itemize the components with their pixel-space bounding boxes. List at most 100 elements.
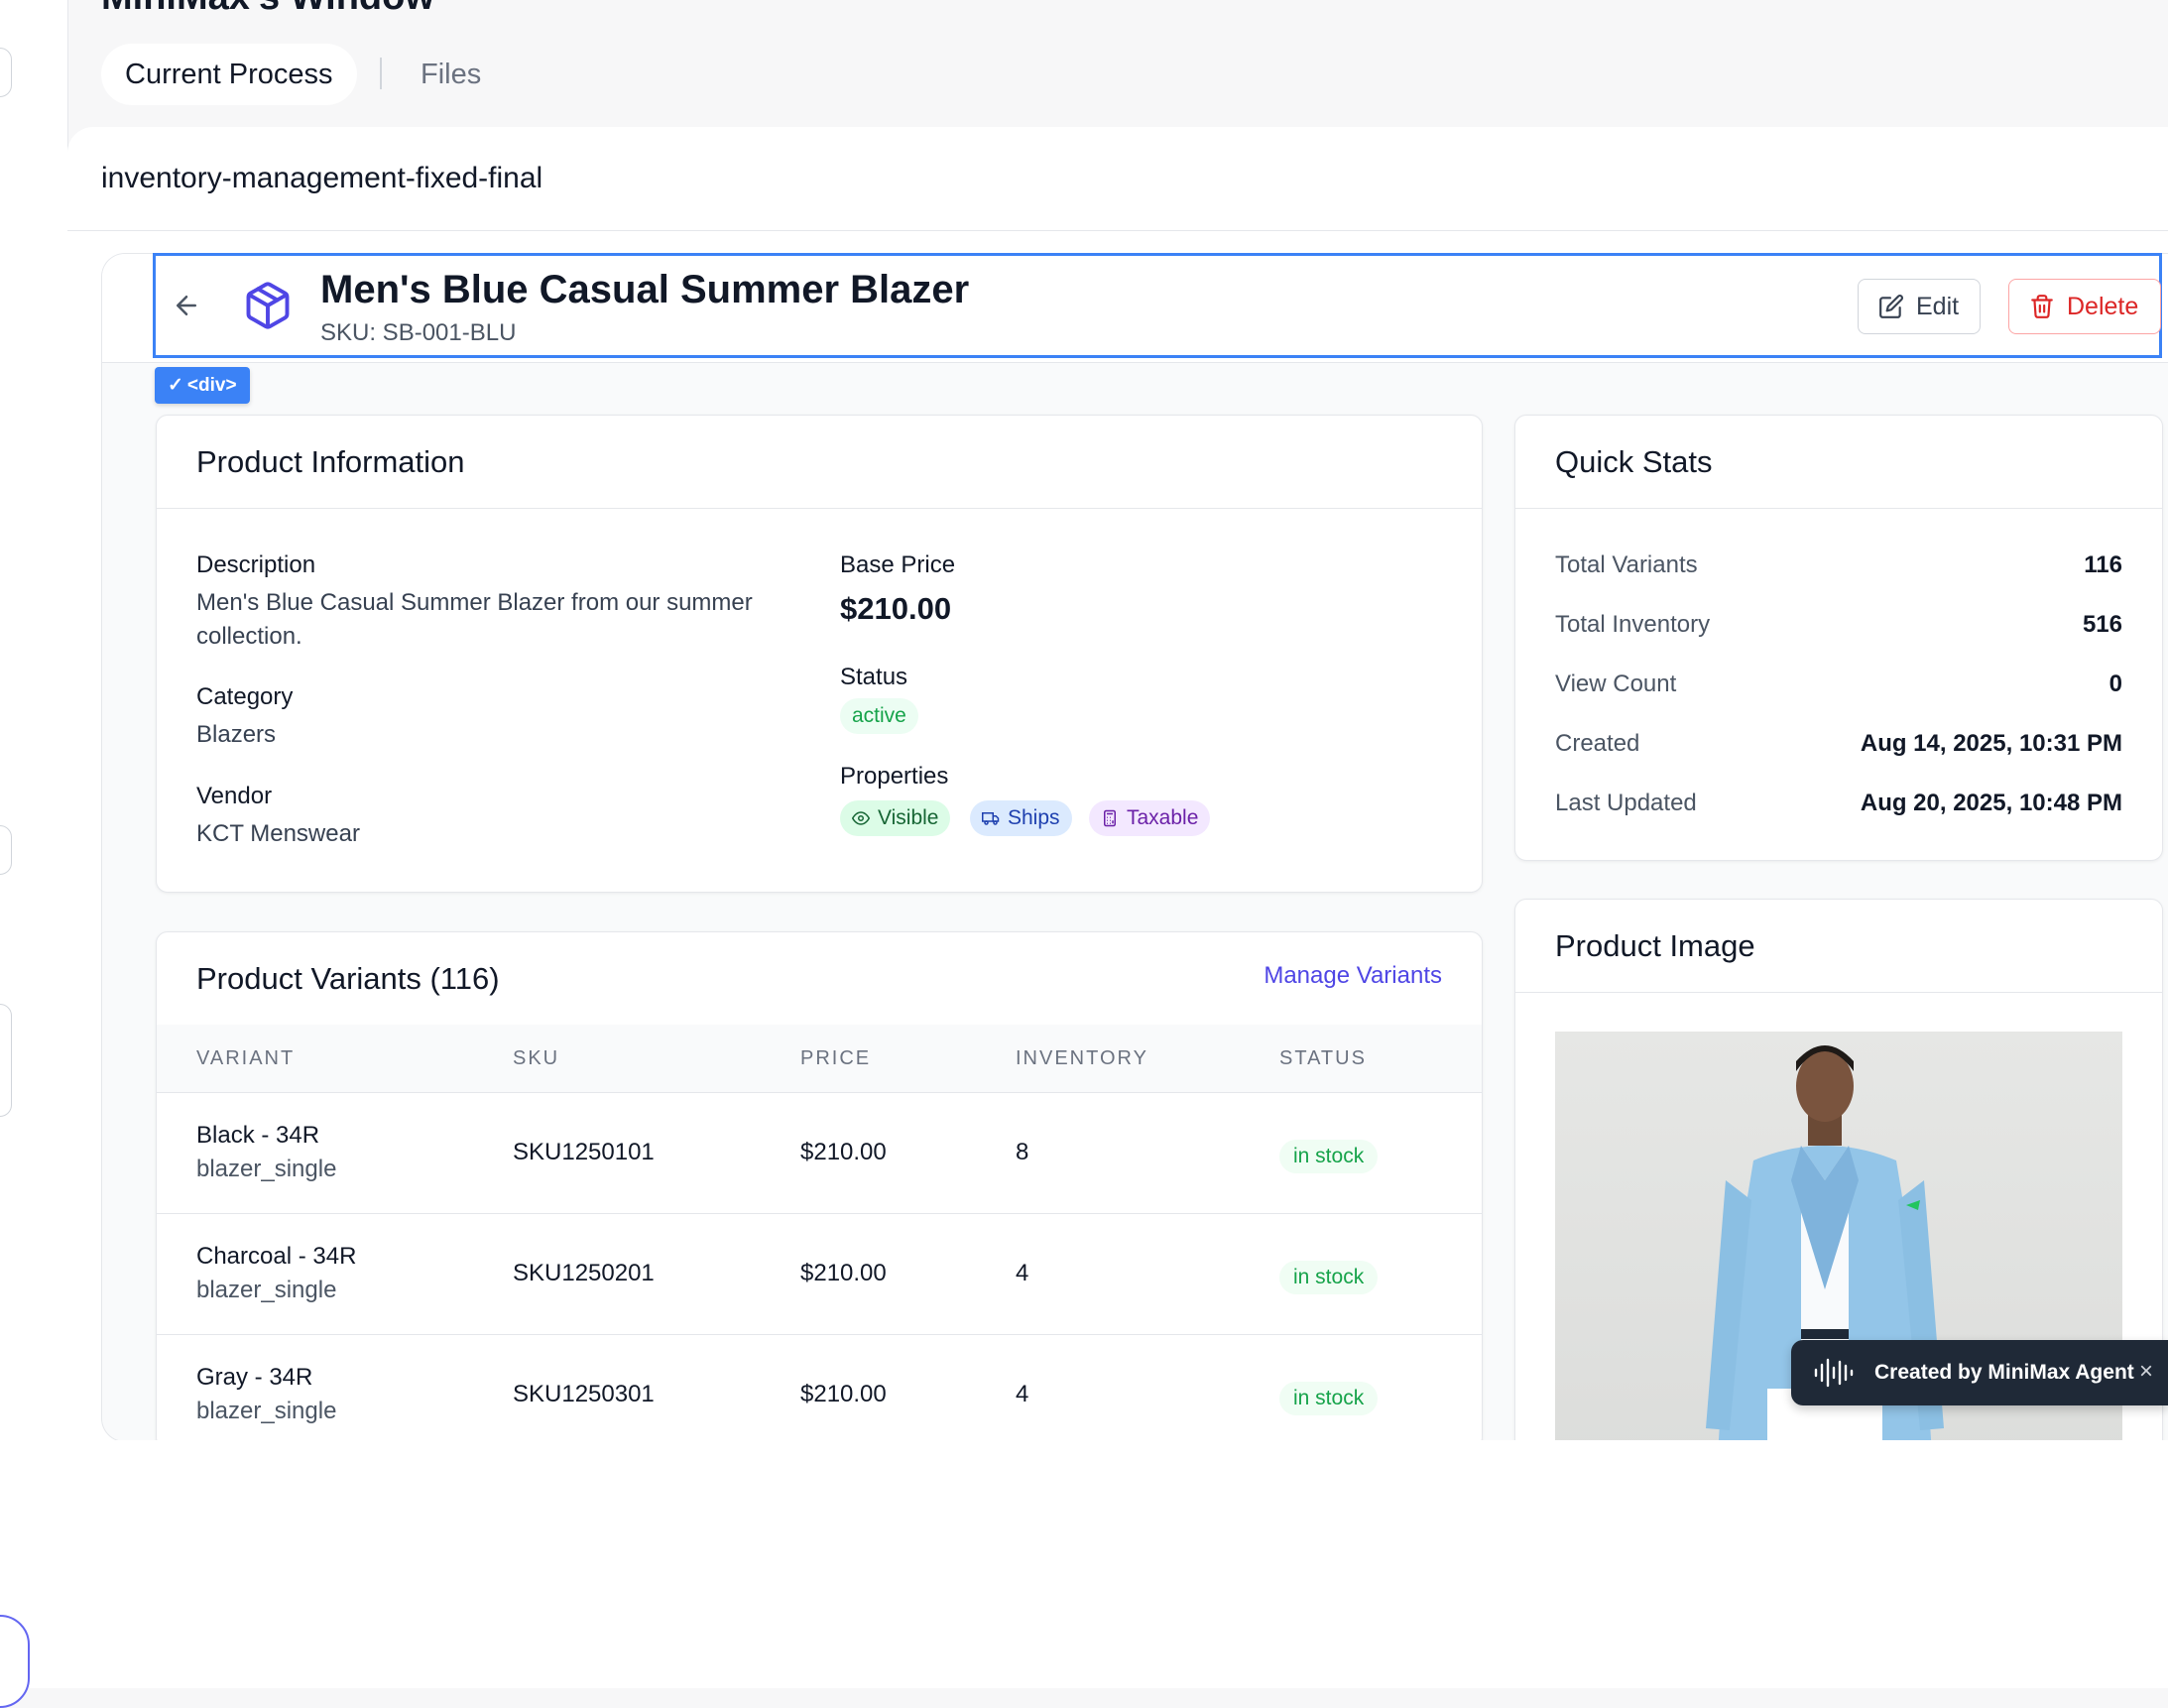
status-label: Status: [840, 664, 908, 690]
column-header[interactable]: PRICE: [800, 1047, 871, 1070]
column-header[interactable]: STATUS: [1279, 1047, 1367, 1070]
stat-label: Total Inventory: [1555, 611, 1711, 638]
back-button[interactable]: [169, 288, 204, 323]
left-rail: [0, 0, 68, 1708]
delete-button[interactable]: Delete: [2008, 279, 2161, 334]
property-label: Taxable: [1127, 806, 1199, 829]
stat-row: Total Variants 116: [1555, 551, 2122, 585]
table-row[interactable]: Black - 34R blazer_single SKU1250101 $21…: [157, 1093, 1482, 1214]
package-icon: [246, 282, 290, 329]
stat-value: Aug 20, 2025, 10:48 PM: [1860, 790, 2122, 816]
rail-input[interactable]: [0, 1615, 30, 1708]
column-header[interactable]: VARIANT: [196, 1047, 295, 1070]
base-price-value: $210.00: [840, 591, 952, 626]
tab-current-process[interactable]: Current Process: [101, 44, 357, 105]
variant-type: blazer_single: [196, 1156, 337, 1182]
manage-variants-link[interactable]: Manage Variants: [1264, 962, 1442, 990]
file-bar: inventory-management-fixed-final: [67, 127, 2168, 231]
edit-icon: [1879, 295, 1903, 318]
stat-value: 116: [2084, 551, 2122, 578]
edit-button[interactable]: Edit: [1858, 279, 1981, 334]
column-header[interactable]: SKU: [513, 1047, 559, 1070]
card-title: Quick Stats: [1555, 444, 1713, 479]
inspector-tag: <div>: [186, 374, 237, 396]
stat-label: Total Variants: [1555, 551, 1698, 578]
variant-inventory: 8: [1016, 1139, 1029, 1165]
variant-price: $210.00: [800, 1381, 887, 1407]
variant-inventory: 4: [1016, 1381, 1029, 1407]
category-label: Category: [196, 683, 294, 710]
status-badge: active: [840, 698, 918, 734]
calculator-icon: [1104, 809, 1116, 827]
table-header: VARIANT SKU PRICE INVENTORY STATUS: [157, 1025, 1482, 1093]
stat-value: 516: [2082, 611, 2122, 638]
card-title: Product Image: [1555, 928, 1755, 963]
quick-stats-card: Quick Stats Total Variants 116 Total Inv…: [1514, 415, 2163, 861]
base-price-label: Base Price: [840, 551, 956, 578]
product-variants-card: Product Variants (116) Manage Variants V…: [156, 931, 1483, 1449]
card-title: Product Information: [196, 444, 465, 479]
variant-sku: SKU1250301: [513, 1381, 655, 1407]
property-badge-ships: Ships: [970, 800, 1072, 836]
product-info-card: Product Information Description Men's Bl…: [156, 415, 1483, 893]
card-header: Product Variants (116) Manage Variants: [157, 932, 1482, 1025]
property-badge-taxable: Taxable: [1089, 800, 1211, 836]
stock-badge: in stock: [1279, 1382, 1379, 1415]
product-sku: SKU: SB-001-BLU: [320, 319, 517, 346]
tab-files[interactable]: Files: [421, 44, 481, 105]
minimax-agent-toast: Created by MiniMax Agent: [1791, 1340, 2168, 1405]
truck-icon: [982, 812, 1000, 825]
stat-label: Last Updated: [1555, 790, 1697, 816]
rail-panel[interactable]: [0, 1004, 12, 1117]
trash-icon: [2031, 295, 2053, 318]
stock-badge: in stock: [1279, 1140, 1379, 1173]
vendor-value: KCT Menswear: [196, 820, 360, 847]
close-icon[interactable]: ×: [2135, 1358, 2157, 1385]
stat-label: Created: [1555, 730, 1640, 757]
variant-type: blazer_single: [196, 1277, 337, 1303]
variant-price: $210.00: [800, 1260, 887, 1286]
properties-label: Properties: [840, 763, 949, 790]
edit-label: Edit: [1916, 292, 1960, 320]
toast-text: Created by MiniMax Agent: [1874, 1361, 2134, 1384]
description-value: Men's Blue Casual Summer Blazer from our…: [196, 589, 753, 650]
table-row[interactable]: Gray - 34R blazer_single SKU1250301 $210…: [157, 1335, 1482, 1448]
variant-name: Gray - 34R: [196, 1364, 313, 1391]
arrow-left-icon: [177, 296, 196, 315]
category-value: Blazers: [196, 721, 277, 748]
card-header: Quick Stats: [1515, 416, 2162, 509]
tab-divider: [380, 58, 382, 89]
stat-label: View Count: [1555, 671, 1677, 697]
waveform-icon: [1814, 1358, 1854, 1388]
stat-row: Last Updated Aug 20, 2025, 10:48 PM: [1555, 790, 2122, 823]
variant-name: Charcoal - 34R: [196, 1243, 357, 1270]
stat-value: 0: [2108, 671, 2122, 697]
property-badge-visible: Visible: [840, 800, 951, 836]
variant-type: blazer_single: [196, 1398, 337, 1424]
variant-sku: SKU1250201: [513, 1260, 655, 1286]
file-name: inventory-management-fixed-final: [101, 162, 543, 194]
preview-bottom-area: [102, 1440, 2168, 1688]
stat-row: View Count 0: [1555, 671, 2122, 704]
eye-icon: [852, 811, 870, 825]
stat-value: Aug 14, 2025, 10:31 PM: [1860, 730, 2122, 757]
variant-name: Black - 34R: [196, 1122, 320, 1149]
product-title: Men's Blue Casual Summer Blazer: [320, 268, 970, 311]
inspector-badge: ✓ <div>: [155, 367, 250, 404]
delete-label: Delete: [2067, 292, 2139, 320]
rail-button[interactable]: [0, 48, 12, 97]
stat-row: Created Aug 14, 2025, 10:31 PM: [1555, 730, 2122, 764]
card-header: Product Information: [157, 416, 1482, 509]
vendor-label: Vendor: [196, 783, 273, 809]
variant-price: $210.00: [800, 1139, 887, 1165]
card-title: Product Variants (116): [196, 961, 500, 996]
rail-button[interactable]: [0, 825, 12, 875]
stock-badge: in stock: [1279, 1261, 1379, 1294]
property-label: Ships: [1008, 806, 1060, 829]
stat-row: Total Inventory 516: [1555, 611, 2122, 645]
description-label: Description: [196, 551, 316, 578]
check-icon: ✓: [168, 375, 183, 396]
table-row[interactable]: Charcoal - 34R blazer_single SKU1250201 …: [157, 1214, 1482, 1335]
variant-inventory: 4: [1016, 1260, 1029, 1286]
column-header[interactable]: INVENTORY: [1016, 1047, 1148, 1070]
